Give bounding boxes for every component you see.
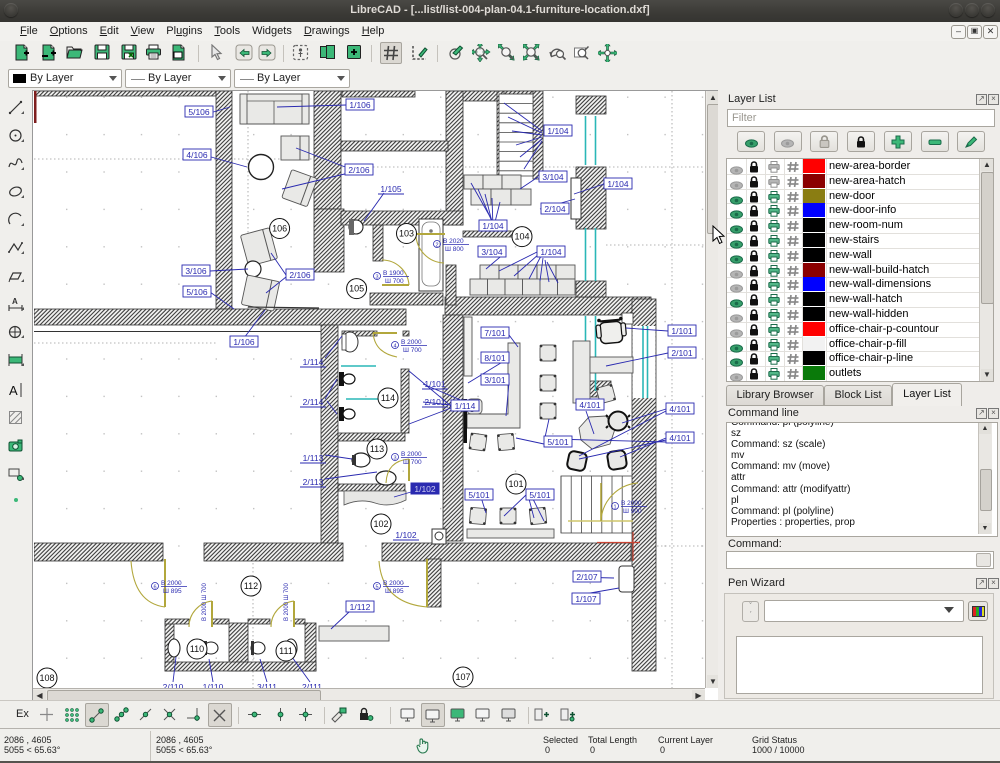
svg-text:102: 102 — [373, 519, 388, 529]
svg-text:4/101: 4/101 — [579, 400, 601, 410]
svg-text:1/114: 1/114 — [455, 401, 476, 411]
svg-text:3/101: 3/101 — [484, 375, 506, 385]
svg-text:7/101: 7/101 — [484, 328, 506, 338]
svg-text:8/101: 8/101 — [484, 353, 506, 363]
svg-text:Ш 900: Ш 900 — [623, 508, 642, 515]
svg-text:5/106: 5/106 — [188, 107, 210, 117]
svg-text:Ш 895: Ш 895 — [163, 588, 182, 595]
svg-text:B 2000: B 2000 — [401, 339, 422, 346]
svg-text:1/104: 1/104 — [607, 179, 629, 189]
svg-text:3: 3 — [393, 456, 396, 462]
svg-text:1/102: 1/102 — [395, 530, 417, 540]
svg-text:110: 110 — [190, 644, 204, 654]
svg-text:1/113: 1/113 — [303, 453, 324, 463]
svg-text:2/104: 2/104 — [544, 204, 566, 214]
svg-text:B 1900: B 1900 — [383, 270, 404, 277]
svg-text:104: 104 — [514, 232, 529, 242]
svg-text:B 2000: B 2000 — [383, 580, 404, 587]
svg-text:B 2000 Ш 700: B 2000 Ш 700 — [284, 582, 290, 621]
svg-text:4/101: 4/101 — [669, 404, 691, 414]
svg-text:1/106: 1/106 — [349, 100, 371, 110]
svg-text:1/101: 1/101 — [671, 326, 693, 336]
svg-text:B 2000: B 2000 — [401, 451, 422, 458]
svg-text:1/102: 1/102 — [414, 484, 436, 494]
svg-text:4/101: 4/101 — [669, 433, 691, 443]
svg-text:111: 111 — [279, 646, 293, 656]
svg-text:5: 5 — [375, 585, 378, 591]
svg-text:5/101: 5/101 — [547, 437, 569, 447]
svg-text:101: 101 — [508, 479, 523, 489]
svg-text:2/113: 2/113 — [303, 477, 324, 487]
svg-text:2/101: 2/101 — [671, 348, 693, 358]
svg-text:B 2000: B 2000 — [161, 580, 182, 587]
svg-text:1/104: 1/104 — [482, 221, 504, 231]
svg-text:Ш 700: Ш 700 — [385, 278, 404, 285]
svg-text:A: A — [12, 297, 18, 306]
svg-text:1/106: 1/106 — [233, 337, 255, 347]
svg-text:Ш 895: Ш 895 — [385, 588, 404, 595]
svg-text:1/114: 1/114 — [303, 357, 324, 367]
svg-text:Ш 700: Ш 700 — [403, 347, 422, 354]
svg-text:Ш 700: Ш 700 — [403, 459, 422, 466]
svg-text:5/106: 5/106 — [186, 287, 208, 297]
svg-text:3/104: 3/104 — [481, 247, 503, 257]
svg-text:1/101: 1/101 — [424, 379, 446, 389]
svg-text:B 2000: B 2000 — [621, 500, 642, 507]
svg-text:3/106: 3/106 — [185, 266, 207, 276]
svg-text:B 2000 Ш 700: B 2000 Ш 700 — [202, 582, 208, 621]
svg-text:1/107: 1/107 — [575, 594, 597, 604]
svg-text:3/104: 3/104 — [542, 172, 564, 182]
svg-text:2/107: 2/107 — [576, 572, 598, 582]
svg-text:5/101: 5/101 — [468, 490, 490, 500]
svg-text:108: 108 — [39, 673, 54, 683]
svg-text:4: 4 — [393, 344, 396, 350]
svg-text:106: 106 — [272, 224, 287, 234]
svg-text:B 2020: B 2020 — [443, 238, 464, 245]
svg-text:113: 113 — [370, 444, 384, 454]
svg-text:1/104: 1/104 — [547, 126, 569, 136]
svg-text:1: 1 — [613, 505, 616, 511]
svg-text:5/101: 5/101 — [529, 490, 551, 500]
svg-text:1/112: 1/112 — [350, 602, 371, 612]
svg-text:2: 2 — [435, 243, 438, 249]
svg-text:1/104: 1/104 — [540, 247, 562, 257]
svg-text:Ш 800: Ш 800 — [445, 246, 464, 253]
svg-text:3: 3 — [375, 275, 378, 281]
svg-text:2/106: 2/106 — [348, 165, 370, 175]
svg-text:114: 114 — [381, 393, 395, 403]
svg-text:A: A — [9, 383, 18, 398]
svg-text:112: 112 — [244, 581, 258, 591]
svg-text:1/105: 1/105 — [380, 184, 402, 194]
svg-text:2/101: 2/101 — [424, 397, 446, 407]
svg-text:103: 103 — [399, 229, 414, 239]
svg-text:2/114: 2/114 — [303, 397, 324, 407]
svg-text:105: 105 — [349, 284, 364, 294]
svg-text:107: 107 — [455, 672, 470, 682]
svg-text:6: 6 — [153, 585, 156, 591]
svg-text:4/106: 4/106 — [186, 150, 208, 160]
svg-text:2/106: 2/106 — [289, 270, 311, 280]
